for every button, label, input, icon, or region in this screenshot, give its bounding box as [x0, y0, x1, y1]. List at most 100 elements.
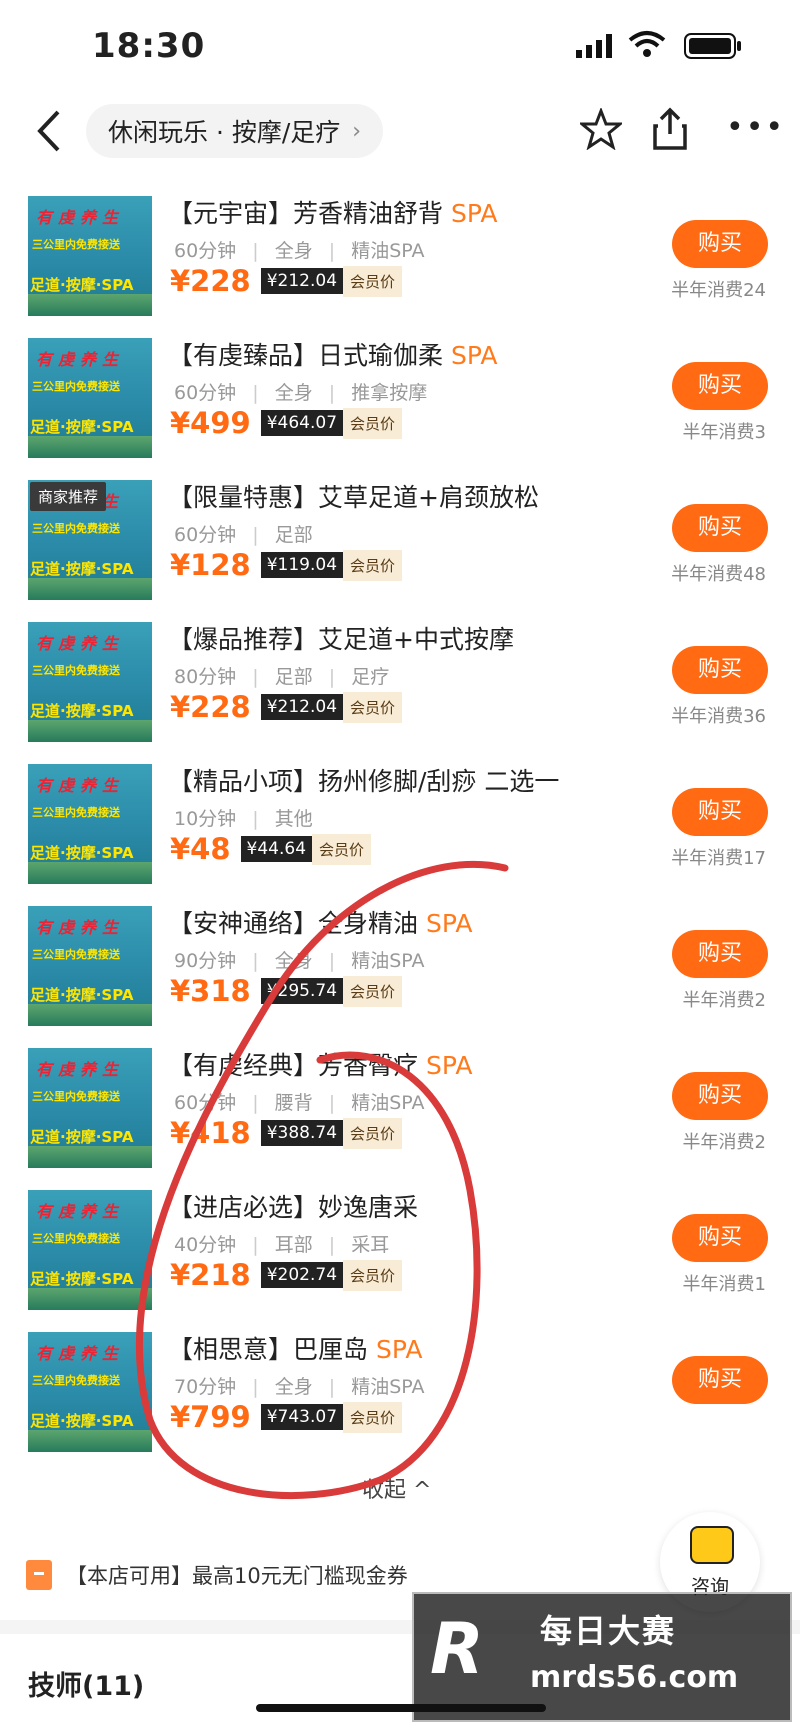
product-title[interactable]: 【进店必选】妙逸唐采	[168, 1188, 418, 1224]
meta-separator: |	[328, 666, 336, 688]
thumbnail-slogan: 三公里内免费接送	[32, 238, 120, 251]
product-meta: 60分钟 | 全身 | 精油SPA	[174, 236, 425, 263]
meta-separator: |	[328, 950, 336, 972]
meta-separator: |	[328, 1234, 336, 1256]
sales-count: 半年消费2	[682, 1132, 766, 1153]
product-thumbnail[interactable]: 有虔养生 三公里内免费接送 足道·按摩·SPA	[28, 196, 152, 316]
member-price: ¥202.74	[260, 1262, 344, 1288]
buy-button[interactable]: 购买	[672, 788, 768, 836]
product-price-row: ¥228 ¥212.04 会员价	[170, 690, 403, 724]
sales-count: 半年消费1	[682, 1274, 766, 1295]
product-kind: 采耳	[351, 1234, 390, 1256]
product-title[interactable]: 【相思意】巴厘岛 SPA	[168, 1330, 422, 1366]
product-duration: 60分钟	[174, 382, 237, 404]
product-thumbnail[interactable]: 有虔养生 三公里内免费接送 足道·按摩·SPA	[28, 622, 152, 742]
product-thumbnail[interactable]: 有虔养生 三公里内免费接送 足道·按摩·SPA	[28, 338, 152, 458]
product-kind: 精油SPA	[351, 950, 425, 972]
breadcrumb-label: 休闲玩乐 · 按摩/足疗	[108, 118, 341, 147]
product-body-part: 全身	[274, 950, 313, 972]
member-price: ¥295.74	[260, 978, 344, 1004]
product-body-part: 全身	[274, 1376, 313, 1398]
product-item[interactable]: 有虔养生 三公里内免费接送 足道·按摩·SPA 【相思意】巴厘岛 SPA 70分…	[0, 1312, 800, 1454]
sales-count: 半年消费36	[671, 706, 766, 727]
thumbnail-brand: 有虔养生	[36, 1344, 125, 1363]
member-price: ¥464.07	[260, 410, 344, 436]
meta-separator: |	[252, 666, 259, 688]
product-kind: 精油SPA	[351, 1376, 425, 1398]
product-title[interactable]: 【有虔经典】芳香臀疗 SPA	[168, 1046, 472, 1082]
thumbnail-services: 足道·按摩·SPA	[30, 560, 134, 578]
product-duration: 60分钟	[174, 1092, 237, 1114]
meta-separator: |	[252, 950, 259, 972]
thumbnail-grass	[28, 294, 152, 316]
back-arrow-icon[interactable]	[30, 106, 70, 156]
thumbnail-slogan: 三公里内免费接送	[32, 522, 120, 535]
chevron-right-icon: ›	[352, 118, 362, 144]
product-price-row: ¥218 ¥202.74 会员价	[170, 1258, 403, 1292]
collapse-button[interactable]: 收起 ^	[362, 1472, 431, 1504]
coupon-row[interactable]: 【本店可用】最高10元无门槛现金券	[26, 1560, 408, 1590]
product-item[interactable]: 有虔养生 三公里内免费接送 足道·按摩·SPA 【安神通络】全身精油 SPA 9…	[0, 886, 800, 1028]
product-title[interactable]: 【有虔臻品】日式瑜伽柔 SPA	[168, 336, 497, 372]
more-options-icon[interactable]: •••	[726, 110, 785, 145]
wifi-icon	[628, 31, 666, 57]
product-item[interactable]: 有虔养生 三公里内免费接送 足道·按摩·SPA 商家推荐 【限量特惠】艾草足道+…	[0, 460, 800, 602]
buy-button[interactable]: 购买	[672, 646, 768, 694]
thumbnail-grass	[28, 1430, 152, 1452]
buy-button[interactable]: 购买	[672, 362, 768, 410]
member-price: ¥743.07	[260, 1404, 344, 1430]
product-title-text: 【精品小项】扬州修脚/刮痧 二选一	[168, 767, 560, 796]
product-price-row: ¥799 ¥743.07 会员价	[170, 1400, 403, 1434]
buy-button[interactable]: 购买	[672, 1214, 768, 1262]
product-duration: 80分钟	[174, 666, 237, 688]
product-body-part: 全身	[274, 240, 313, 262]
product-title-text: 【有虔经典】芳香臀疗	[168, 1051, 419, 1080]
product-duration: 60分钟	[174, 524, 237, 546]
buy-button[interactable]: 购买	[672, 1072, 768, 1120]
buy-button[interactable]: 购买	[672, 504, 768, 552]
product-duration: 90分钟	[174, 950, 237, 972]
favorite-star-icon[interactable]	[580, 108, 622, 150]
product-title[interactable]: 【限量特惠】艾草足道+肩颈放松	[168, 478, 539, 514]
product-title[interactable]: 【安神通络】全身精油 SPA	[168, 904, 472, 940]
product-item[interactable]: 有虔养生 三公里内免费接送 足道·按摩·SPA 【元宇宙】芳香精油舒背 SPA …	[0, 176, 800, 318]
member-price: ¥212.04	[260, 694, 344, 720]
product-thumbnail[interactable]: 有虔养生 三公里内免费接送 足道·按摩·SPA	[28, 1190, 152, 1310]
product-item[interactable]: 有虔养生 三公里内免费接送 足道·按摩·SPA 【精品小项】扬州修脚/刮痧 二选…	[0, 744, 800, 886]
product-meta: 70分钟 | 全身 | 精油SPA	[174, 1372, 425, 1399]
product-title[interactable]: 【爆品推荐】艾足道+中式按摩	[168, 620, 514, 656]
product-thumbnail[interactable]: 有虔养生 三公里内免费接送 足道·按摩·SPA	[28, 906, 152, 1026]
home-indicator[interactable]	[256, 1704, 546, 1712]
meta-separator: |	[328, 1376, 336, 1398]
thumbnail-brand: 有虔养生	[36, 776, 125, 795]
member-price-label: 会员价	[343, 549, 403, 581]
product-kind: 推拿按摩	[351, 382, 428, 404]
product-price: ¥228	[170, 690, 251, 724]
product-price: ¥218	[170, 1258, 251, 1292]
product-thumbnail[interactable]: 有虔养生 三公里内免费接送 足道·按摩·SPA	[28, 764, 152, 884]
product-item[interactable]: 有虔养生 三公里内免费接送 足道·按摩·SPA 【有虔经典】芳香臀疗 SPA 6…	[0, 1028, 800, 1170]
product-item[interactable]: 有虔养生 三公里内免费接送 足道·按摩·SPA 【有虔臻品】日式瑜伽柔 SPA …	[0, 318, 800, 460]
meta-separator: |	[252, 1376, 259, 1398]
product-meta: 90分钟 | 全身 | 精油SPA	[174, 946, 425, 973]
product-body-part: 全身	[274, 382, 313, 404]
product-title[interactable]: 【精品小项】扬州修脚/刮痧 二选一	[168, 762, 559, 798]
buy-button[interactable]: 购买	[672, 930, 768, 978]
breadcrumb[interactable]: 休闲玩乐 · 按摩/足疗 ›	[86, 104, 384, 158]
buy-button[interactable]: 购买	[672, 220, 768, 268]
meta-separator: |	[252, 382, 259, 404]
product-item[interactable]: 有虔养生 三公里内免费接送 足道·按摩·SPA 【爆品推荐】艾足道+中式按摩 8…	[0, 602, 800, 744]
product-item[interactable]: 有虔养生 三公里内免费接送 足道·按摩·SPA 【进店必选】妙逸唐采 40分钟 …	[0, 1170, 800, 1312]
product-thumbnail[interactable]: 有虔养生 三公里内免费接送 足道·按摩·SPA	[28, 1332, 152, 1452]
technician-section-title[interactable]: 技师(11)	[28, 1664, 144, 1703]
thumbnail-brand: 有虔养生	[36, 1202, 125, 1221]
thumbnail-brand: 有虔养生	[36, 634, 125, 653]
share-icon[interactable]	[650, 106, 690, 152]
thumbnail-slogan: 三公里内免费接送	[32, 1232, 120, 1245]
sales-count: 半年消费24	[671, 280, 766, 301]
product-title-text: 【相思意】巴厘岛	[168, 1335, 369, 1364]
product-thumbnail[interactable]: 有虔养生 三公里内免费接送 足道·按摩·SPA	[28, 1048, 152, 1168]
product-title[interactable]: 【元宇宙】芳香精油舒背 SPA	[168, 194, 497, 230]
buy-button[interactable]: 购买	[672, 1356, 768, 1404]
product-title-text: 【元宇宙】芳香精油舒背	[168, 199, 444, 228]
